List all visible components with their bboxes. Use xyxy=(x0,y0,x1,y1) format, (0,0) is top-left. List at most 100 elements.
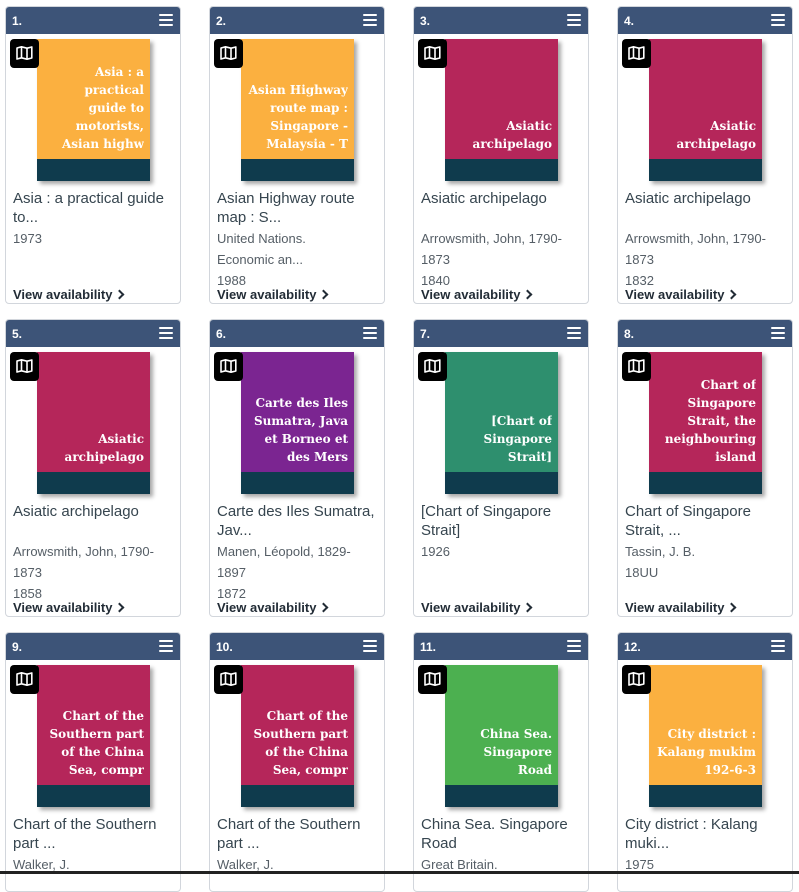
map-icon xyxy=(622,39,651,68)
result-number: 2. xyxy=(216,14,227,28)
result-title[interactable]: Chart of the Southern part ... xyxy=(217,815,381,853)
result-title[interactable]: Asiatic archipelago xyxy=(13,502,177,521)
cover-thumbnail[interactable]: China Sea. Singapore Road xyxy=(445,665,558,807)
result-title[interactable]: Asiatic archipelago xyxy=(625,189,789,208)
card-header: 5. xyxy=(6,320,180,347)
cover-title-text: Asiatic archipelago xyxy=(64,432,144,464)
card-header: 2. xyxy=(210,7,384,34)
cover-strip xyxy=(241,785,354,807)
result-title[interactable]: Asia : a practical guide to... xyxy=(13,189,177,227)
result-card-6[interactable]: 6. Carte des Iles Sumatra, Java et Borne… xyxy=(209,319,385,617)
result-card-7[interactable]: 7. [Chart of Singapore Strait] [Chart of… xyxy=(413,319,589,617)
cover-thumbnail[interactable]: Carte des Iles Sumatra, Java et Borneo e… xyxy=(241,352,354,494)
chevron-right-icon xyxy=(115,602,125,613)
result-card-11[interactable]: 11. China Sea. Singapore Road China Sea.… xyxy=(413,632,589,892)
cover-thumbnail[interactable]: Asiatic archipelago xyxy=(445,39,558,181)
menu-icon[interactable] xyxy=(567,640,581,653)
result-title[interactable]: City district : Kalang muki... xyxy=(625,815,789,853)
result-title[interactable]: Carte des Iles Sumatra, Jav... xyxy=(217,502,381,540)
result-number: 1. xyxy=(12,14,23,28)
result-card-5[interactable]: 5. Asiatic archipelago Asiatic archipela… xyxy=(5,319,181,617)
result-title[interactable]: Asiatic archipelago xyxy=(421,189,585,208)
card-header: 9. xyxy=(6,633,180,660)
menu-icon[interactable] xyxy=(159,640,173,653)
cover-strip xyxy=(445,159,558,181)
view-availability-link[interactable]: View availability xyxy=(13,600,125,615)
result-meta: 1926 xyxy=(421,541,585,562)
result-card-3[interactable]: 3. Asiatic archipelago Asiatic archipela… xyxy=(413,6,589,304)
meta-line: 1926 xyxy=(421,544,450,559)
result-title[interactable]: [Chart of Singapore Strait] xyxy=(421,502,585,540)
cover-title-text: Asiatic archipelago xyxy=(472,119,552,151)
card-header: 6. xyxy=(210,320,384,347)
menu-icon[interactable] xyxy=(771,640,785,653)
view-availability-label: View availability xyxy=(625,287,725,302)
menu-icon[interactable] xyxy=(567,14,581,27)
result-number: 5. xyxy=(12,327,23,341)
cover-title-text: Carte des Iles Sumatra, Java et Borneo e… xyxy=(253,396,348,464)
view-availability-link[interactable]: View availability xyxy=(421,287,533,302)
result-meta: Arrowsmith, John, 1790- 1873 1858 xyxy=(13,541,177,604)
meta-line: 1873 xyxy=(421,252,450,267)
card-header: 4. xyxy=(618,7,792,34)
result-card-9[interactable]: 9. Chart of the Southern part of the Chi… xyxy=(5,632,181,892)
cover-thumbnail[interactable]: Asian Highway route map : Singapore - Ma… xyxy=(241,39,354,181)
view-availability-link[interactable]: View availability xyxy=(625,600,737,615)
result-number: 12. xyxy=(624,640,641,654)
cover-thumbnail[interactable]: Chart of the Southern part of the China … xyxy=(37,665,150,807)
view-availability-label: View availability xyxy=(217,287,317,302)
cover-thumbnail[interactable]: Chart of Singapore Strait, the neighbour… xyxy=(649,352,762,494)
cover-strip xyxy=(37,472,150,494)
result-title[interactable]: Chart of the Southern part ... xyxy=(13,815,177,853)
result-meta: Tassin, J. B. 18UU xyxy=(625,541,789,583)
card-header: 8. xyxy=(618,320,792,347)
cover-thumbnail[interactable]: Asiatic archipelago xyxy=(37,352,150,494)
result-meta: Manen, Léopold, 1829- 1897 1872 xyxy=(217,541,381,604)
result-title[interactable]: China Sea. Singapore Road xyxy=(421,815,585,853)
menu-icon[interactable] xyxy=(159,14,173,27)
menu-icon[interactable] xyxy=(159,327,173,340)
cover-strip xyxy=(445,785,558,807)
result-number: 7. xyxy=(420,327,431,341)
menu-icon[interactable] xyxy=(771,14,785,27)
view-availability-label: View availability xyxy=(13,287,113,302)
result-card-8[interactable]: 8. Chart of Singapore Strait, the neighb… xyxy=(617,319,793,617)
result-title[interactable]: Chart of Singapore Strait, ... xyxy=(625,502,789,540)
view-availability-link[interactable]: View availability xyxy=(421,600,533,615)
menu-icon[interactable] xyxy=(567,327,581,340)
view-availability-label: View availability xyxy=(13,600,113,615)
result-number: 9. xyxy=(12,640,23,654)
card-header: 7. xyxy=(414,320,588,347)
result-title[interactable]: Asian Highway route map : S... xyxy=(217,189,381,227)
result-meta: United Nations. Economic an... 1988 xyxy=(217,228,381,291)
cover-thumbnail[interactable]: Asiatic archipelago xyxy=(649,39,762,181)
menu-icon[interactable] xyxy=(771,327,785,340)
view-availability-link[interactable]: View availability xyxy=(217,600,329,615)
menu-icon[interactable] xyxy=(363,327,377,340)
chevron-right-icon xyxy=(319,289,329,300)
meta-line: Arrowsmith, John, 1790- xyxy=(421,231,562,246)
chevron-right-icon xyxy=(319,602,329,613)
cover-thumbnail[interactable]: Asia : a practical guide to motorists, A… xyxy=(37,39,150,181)
cover-thumbnail[interactable]: City district : Kalang mukim 192-6-3 xyxy=(649,665,762,807)
result-card-4[interactable]: 4. Asiatic archipelago Asiatic archipela… xyxy=(617,6,793,304)
map-icon xyxy=(418,665,447,694)
result-number: 11. xyxy=(420,640,437,654)
card-header: 12. xyxy=(618,633,792,660)
result-card-1[interactable]: 1. Asia : a practical guide to motorists… xyxy=(5,6,181,304)
cover-strip xyxy=(241,472,354,494)
cover-thumbnail[interactable]: Chart of the Southern part of the China … xyxy=(241,665,354,807)
cover-title-text: City district : Kalang mukim 192-6-3 xyxy=(657,727,756,777)
menu-icon[interactable] xyxy=(363,14,377,27)
result-card-2[interactable]: 2. Asian Highway route map : Singapore -… xyxy=(209,6,385,304)
map-icon xyxy=(10,352,39,381)
view-availability-link[interactable]: View availability xyxy=(13,287,125,302)
result-card-10[interactable]: 10. Chart of the Southern part of the Ch… xyxy=(209,632,385,892)
cover-strip xyxy=(649,785,762,807)
view-availability-link[interactable]: View availability xyxy=(625,287,737,302)
result-card-12[interactable]: 12. City district : Kalang mukim 192-6-3… xyxy=(617,632,793,892)
menu-icon[interactable] xyxy=(363,640,377,653)
cover-thumbnail[interactable]: [Chart of Singapore Strait] xyxy=(445,352,558,494)
view-availability-link[interactable]: View availability xyxy=(217,287,329,302)
result-number: 3. xyxy=(420,14,431,28)
